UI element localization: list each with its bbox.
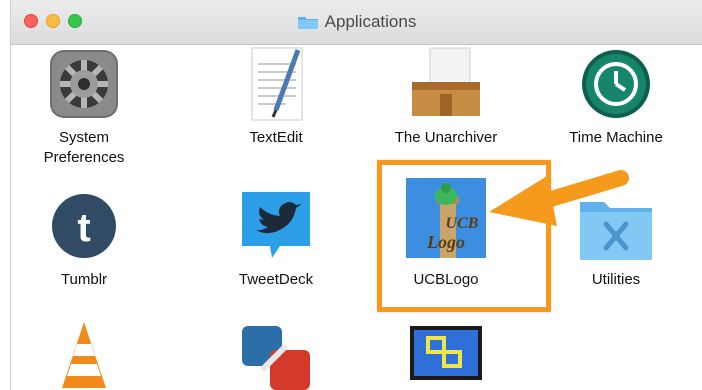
textedit-icon	[236, 44, 316, 124]
finder-window: Applications System Preferences TextEdit…	[10, 0, 702, 390]
window-title-group: Applications	[11, 0, 702, 44]
orange-arrow-icon	[481, 168, 631, 248]
tweetdeck-bird-icon	[236, 186, 316, 266]
app-label: Tumblr	[60, 271, 108, 288]
remote-desktop-icon	[406, 320, 486, 390]
app-label: TextEdit	[249, 129, 303, 146]
app-label: The Unarchiver	[394, 129, 498, 146]
vlc-cone-icon	[44, 320, 124, 390]
unarchiver-box-icon	[406, 44, 486, 124]
app-label: TweetDeck	[238, 271, 314, 288]
time-machine-icon	[576, 44, 656, 124]
svg-text:t: t	[77, 206, 90, 250]
app-label: System Preferences	[43, 129, 125, 166]
app-label: Time Machine	[569, 129, 663, 146]
gear-icon	[44, 44, 124, 124]
vmware-icon	[236, 320, 316, 390]
window-title: Applications	[324, 12, 417, 31]
folder-icon	[297, 14, 319, 30]
tumblr-icon: t	[44, 186, 124, 266]
title-bar[interactable]: Applications	[11, 0, 702, 45]
app-label: Utilities	[591, 271, 641, 288]
